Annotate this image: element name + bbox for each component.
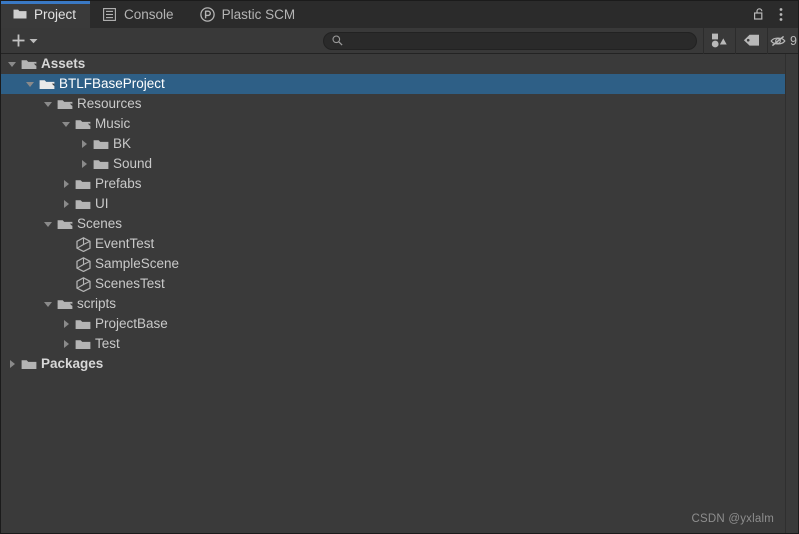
folder-icon <box>12 7 27 22</box>
tree-row[interactable]: UI <box>0 194 798 214</box>
folder-closed-icon <box>74 334 92 354</box>
tree-row-label: Scenes <box>77 216 123 231</box>
tree-row-label: ProjectBase <box>95 316 168 331</box>
disclosure-right-icon[interactable] <box>76 154 92 174</box>
tree-row[interactable]: SampleScene <box>0 254 798 274</box>
tab-label: Project <box>34 6 77 22</box>
tree-row[interactable]: Music <box>0 114 798 134</box>
folder-closed-icon <box>92 134 110 154</box>
tree-row[interactable]: Assets <box>0 54 798 74</box>
folder-open-icon <box>38 74 56 94</box>
tree-row-label: Packages <box>41 356 104 371</box>
hidden-packages-icon[interactable]: 9 <box>768 28 799 54</box>
search-icon <box>332 35 343 46</box>
plus-icon <box>12 34 25 47</box>
tab-label: Console <box>124 6 174 22</box>
tree-row[interactable]: scripts <box>0 294 798 314</box>
folder-closed-icon <box>74 174 92 194</box>
kebab-menu-icon[interactable] <box>771 3 791 25</box>
unity-scene-icon <box>74 234 92 254</box>
folder-open-icon <box>74 114 92 134</box>
folder-closed-icon <box>74 314 92 334</box>
tab-plastic-scm[interactable]: Plastic SCM <box>188 0 310 28</box>
tab-bar-actions <box>749 0 799 28</box>
tree-row-label: UI <box>95 196 109 211</box>
project-tree[interactable]: Assets BTLFBaseProject Resources Music BK Sou… <box>0 54 799 534</box>
unity-scene-icon <box>74 254 92 274</box>
unity-scene-icon <box>74 274 92 294</box>
tab-bar: Project Console Plastic SCM <box>0 0 799 28</box>
tree-row[interactable]: Prefabs <box>0 174 798 194</box>
disclosure-right-icon[interactable] <box>58 314 74 334</box>
tree-rows: Assets BTLFBaseProject Resources Music BK Sou… <box>0 54 798 374</box>
folder-closed-icon <box>20 354 38 374</box>
tree-row-label: Assets <box>41 56 86 71</box>
search-input[interactable] <box>348 34 688 47</box>
disclosure-down-icon[interactable] <box>40 94 56 114</box>
tree-row-label: BK <box>113 136 132 151</box>
tree-row-label: Resources <box>77 96 142 111</box>
tree-row-label: Test <box>95 336 120 351</box>
disclosure-down-icon[interactable] <box>22 74 38 94</box>
disclosure-right-icon[interactable] <box>4 354 20 374</box>
folder-closed-icon <box>92 154 110 174</box>
disclosure-right-icon[interactable] <box>58 334 74 354</box>
tree-row[interactable]: Scenes <box>0 214 798 234</box>
watermark: CSDN @yxlalm <box>691 513 774 525</box>
tree-row[interactable]: Packages <box>0 354 798 374</box>
hidden-packages-count: 9 <box>790 33 797 48</box>
disclosure-right-icon[interactable] <box>76 134 92 154</box>
filter-buttons: 9 <box>703 27 799 54</box>
disclosure-down-icon[interactable] <box>40 214 56 234</box>
tree-row[interactable]: BTLFBaseProject <box>0 74 798 94</box>
type-filter-icon[interactable] <box>704 28 735 54</box>
search-area <box>323 28 697 54</box>
lock-icon[interactable] <box>749 3 769 25</box>
tree-row[interactable]: Resources <box>0 94 798 114</box>
folder-open-icon <box>20 54 38 74</box>
tree-row-label: EventTest <box>95 236 155 251</box>
project-toolbar: 9 <box>0 27 799 54</box>
tree-row-label: Sound <box>113 156 153 171</box>
folder-closed-icon <box>74 194 92 214</box>
label-filter-icon[interactable] <box>736 28 767 54</box>
disclosure-right-icon[interactable] <box>58 194 74 214</box>
vertical-scrollbar[interactable] <box>785 54 798 534</box>
console-list-icon <box>102 7 117 22</box>
plastic-scm-icon <box>199 6 215 22</box>
chevron-down-icon <box>29 38 38 43</box>
tree-row[interactable]: EventTest <box>0 234 798 254</box>
tree-row[interactable]: ScenesTest <box>0 274 798 294</box>
tree-row-label: Music <box>95 116 131 131</box>
disclosure-down-icon[interactable] <box>58 114 74 134</box>
search-box[interactable] <box>323 31 697 50</box>
tree-row[interactable]: ProjectBase <box>0 314 798 334</box>
disclosure-down-icon[interactable] <box>40 294 56 314</box>
tree-row-label: BTLFBaseProject <box>59 76 165 91</box>
create-asset-button[interactable] <box>6 31 44 51</box>
tab-console[interactable]: Console <box>90 0 188 28</box>
tree-row-label: Prefabs <box>95 176 142 191</box>
disclosure-right-icon[interactable] <box>58 174 74 194</box>
disclosure-down-icon[interactable] <box>4 54 20 74</box>
tree-row-label: ScenesTest <box>95 276 165 291</box>
tab-list: Project Console Plastic SCM <box>0 0 309 28</box>
tree-row-label: SampleScene <box>95 256 180 271</box>
folder-open-icon <box>56 94 74 114</box>
tree-row[interactable]: Test <box>0 334 798 354</box>
tab-project[interactable]: Project <box>0 0 91 28</box>
tree-row[interactable]: BK <box>0 134 798 154</box>
tree-row[interactable]: Sound <box>0 154 798 174</box>
unity-project-window: Project Console Plastic SCM 9 Assets BTL… <box>0 0 799 534</box>
folder-open-icon <box>56 294 74 314</box>
folder-open-icon <box>56 214 74 234</box>
tab-label: Plastic SCM <box>221 6 296 22</box>
tree-row-label: scripts <box>77 296 117 311</box>
